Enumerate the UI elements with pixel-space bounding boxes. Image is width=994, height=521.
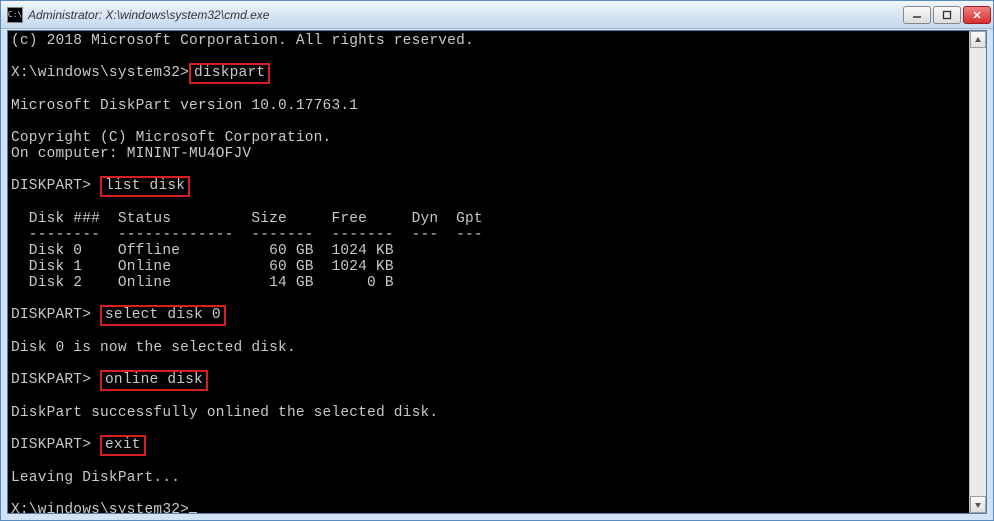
msg-selected: Disk 0 is now the selected disk. [11,340,296,356]
table-row: Disk 2 Online 14 GB 0 B [11,275,394,291]
disk-table-header: Disk ### Status Size Free Dyn Gpt [11,211,483,227]
cmd-icon: C:\ [7,7,23,23]
table-row: Disk 0 Offline 60 GB 1024 KB [11,243,394,259]
diskpart-copyright: Copyright (C) Microsoft Corporation. [11,130,331,146]
diskpart-prompt: DISKPART> [11,178,91,194]
cmd-onlinedisk: online disk [105,372,203,388]
close-button[interactable] [963,6,991,24]
cmd-selectdisk-highlight: select disk 0 [100,305,226,326]
prompt-final: X:\windows\system32> [11,502,189,513]
cursor [189,512,197,513]
diskpart-prompt: DISKPART> [11,307,91,323]
msg-leaving: Leaving DiskPart... [11,470,180,486]
cmd-listdisk: list disk [105,178,185,194]
cmd-exit-highlight: exit [100,435,146,456]
cmd-exit: exit [105,437,141,453]
cmd-onlinedisk-highlight: online disk [100,370,208,391]
cmd-icon-label: C:\ [8,10,22,19]
diskpart-prompt: DISKPART> [11,372,91,388]
diskpart-computer: On computer: MININT-MU4OFJV [11,146,251,162]
table-row: Disk 1 Online 60 GB 1024 KB [11,259,394,275]
scroll-up-button[interactable] [970,31,986,48]
titlebar[interactable]: C:\ Administrator: X:\windows\system32\c… [1,1,993,29]
cmd-selectdisk: select disk 0 [105,307,221,323]
minimize-button[interactable] [903,6,931,24]
cmd-diskpart: diskpart [194,65,265,81]
vertical-scrollbar[interactable] [969,31,986,513]
msg-onlined: DiskPart successfully onlined the select… [11,405,438,421]
scroll-down-button[interactable] [970,496,986,513]
window-controls [903,6,991,24]
diskpart-prompt: DISKPART> [11,437,91,453]
cmd-listdisk-highlight: list disk [100,176,190,197]
cmd-window: C:\ Administrator: X:\windows\system32\c… [0,0,994,521]
diskpart-version: Microsoft DiskPart version 10.0.17763.1 [11,98,358,114]
maximize-button[interactable] [933,6,961,24]
prompt-path: X:\windows\system32> [11,65,189,81]
disk-table-divider: -------- ------------- ------- ------- -… [11,227,483,243]
copyright-line: (c) 2018 Microsoft Corporation. All righ… [11,33,474,49]
scrollbar-track[interactable] [970,48,986,496]
window-title: Administrator: X:\windows\system32\cmd.e… [28,8,903,22]
console-output[interactable]: (c) 2018 Microsoft Corporation. All righ… [8,31,969,513]
console-area: (c) 2018 Microsoft Corporation. All righ… [7,30,987,514]
cmd-diskpart-highlight: diskpart [189,63,270,84]
